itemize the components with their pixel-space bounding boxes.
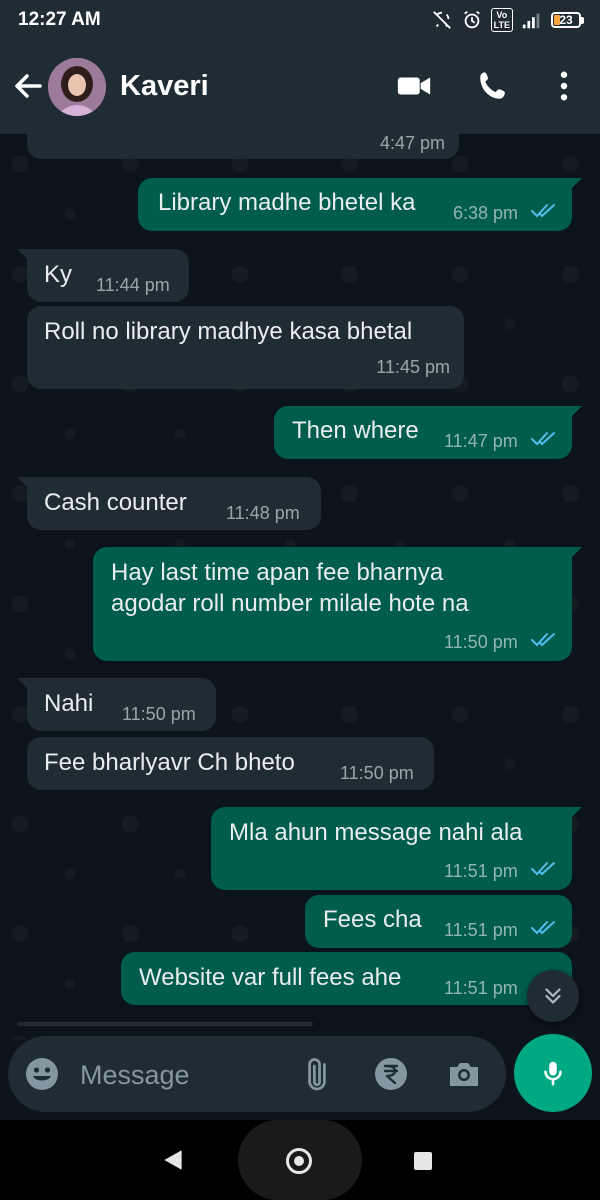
battery-icon: 23 [551, 12, 584, 28]
message-time: 11:44 pm [96, 275, 170, 295]
message-text: Ky [44, 261, 73, 288]
attach-icon[interactable] [298, 1055, 336, 1093]
chat-area[interactable]: Ho 4:47 pm Library madhe bhetel ka 6:38 … [0, 134, 600, 1040]
message-outgoing[interactable]: Hay last time apan fee bharnya agodar ro… [93, 547, 582, 661]
message-text: Nahi [44, 690, 94, 717]
emoji-icon[interactable] [24, 1056, 60, 1092]
message-input[interactable] [78, 1054, 282, 1096]
message-outgoing[interactable]: Fees cha 11:51 pm [305, 895, 572, 948]
scroll-to-bottom-button[interactable] [527, 970, 579, 1022]
message-text: Fee bharlyavr Ch bheto [44, 749, 295, 776]
message-text: Library madhe bhetel ka [158, 189, 416, 216]
contact-name[interactable]: Kaveri [120, 70, 209, 103]
message-text: Fees cha [323, 906, 422, 933]
message-incoming[interactable]: Ky 11:44 pm [17, 249, 189, 302]
message-time: 11:50 pm [340, 763, 414, 783]
mic-button[interactable] [514, 1034, 592, 1112]
message-incoming[interactable]: Nahi 11:50 pm [17, 678, 216, 731]
message-composer [8, 1036, 506, 1112]
read-ticks-icon [531, 921, 555, 935]
message-incoming[interactable]: Cash counter 11:48 pm [17, 477, 321, 530]
message-time: 11:51 pm [444, 861, 518, 881]
read-ticks-icon [531, 633, 555, 647]
nav-back-icon[interactable] [160, 1145, 186, 1180]
message-incoming[interactable]: Roll no library madhye kasa bhetal 11:45… [27, 306, 464, 389]
read-ticks-icon [531, 862, 555, 876]
message-time: 4:47 pm [379, 134, 445, 153]
message-time: 11:48 pm [226, 503, 300, 523]
message-text: Then where [292, 417, 419, 444]
message-incoming[interactable]: Ho 4:47 pm [27, 134, 459, 159]
message-time: 11:47 pm [444, 431, 518, 451]
nav-recents-icon[interactable] [414, 1152, 432, 1170]
back-arrow-icon[interactable] [10, 68, 46, 104]
message-time: 11:51 pm [444, 920, 518, 940]
message-text: Mla ahun message nahi ala [229, 819, 523, 846]
read-ticks-icon [531, 204, 555, 218]
camera-icon[interactable] [445, 1055, 483, 1093]
avatar[interactable] [48, 58, 106, 116]
message-time: 11:50 pm [122, 704, 196, 724]
message-text: Hay last time apan fee bharnya [111, 559, 444, 586]
message-text: Cash counter [44, 489, 187, 516]
message-outgoing[interactable]: Website var full fees ahe 11:51 pm [121, 952, 572, 1005]
more-vert-icon[interactable] [544, 66, 584, 106]
nav-home-icon[interactable] [286, 1148, 312, 1174]
message-outgoing[interactable]: Then where 11:47 pm [274, 406, 582, 459]
rupee-payment-icon[interactable] [372, 1055, 410, 1093]
message-outgoing[interactable]: Mla ahun message nahi ala 11:51 pm [211, 807, 582, 890]
double-chevron-down-icon [545, 988, 561, 1004]
status-time: 12:27 AM [18, 9, 101, 30]
message-time: 11:45 pm [376, 357, 450, 377]
system-navigation-bar [0, 1120, 600, 1200]
mic-icon [544, 1061, 562, 1086]
message-text: Website var full fees ahe [139, 964, 402, 991]
message-time: 6:38 pm [453, 203, 519, 223]
partial-message-edge [17, 1022, 313, 1026]
status-icons: Vo LTE 23 [431, 8, 584, 32]
alarm-icon [461, 9, 483, 31]
message-incoming[interactable]: Fee bharlyavr Ch bheto 11:50 pm [27, 737, 434, 790]
chat-header: Kaveri [0, 40, 600, 134]
message-outgoing[interactable]: Library madhe bhetel ka 6:38 pm [138, 178, 582, 231]
message-text: Roll no library madhye kasa bhetal [44, 318, 413, 345]
alarm-off-icon [431, 9, 453, 31]
message-time: 11:50 pm [444, 632, 518, 652]
status-bar: 12:27 AM Vo LTE 23 [0, 0, 600, 40]
signal-icon [521, 9, 543, 31]
phone-icon[interactable] [473, 66, 513, 106]
read-ticks-icon [531, 432, 555, 446]
video-call-icon[interactable] [394, 66, 434, 106]
message-text: Ho [45, 134, 76, 137]
message-text-line2: agodar roll number milale hote na [111, 590, 469, 617]
message-time: 11:51 pm [444, 978, 518, 998]
volte-icon: Vo LTE [490, 8, 513, 32]
